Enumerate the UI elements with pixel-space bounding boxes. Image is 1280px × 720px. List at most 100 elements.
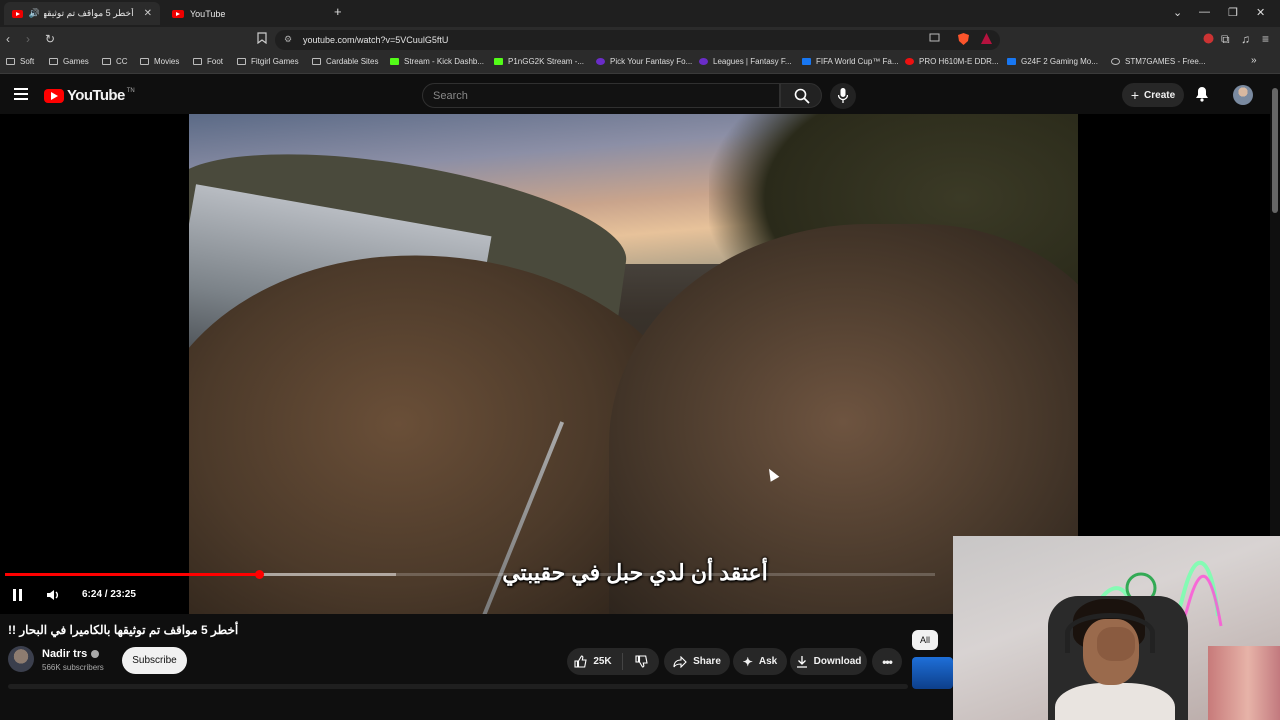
pause-button[interactable] — [12, 589, 24, 601]
youtube-favicon-icon — [12, 9, 23, 18]
bookmark-pick-fantasy[interactable]: Pick Your Fantasy Fo... — [596, 57, 692, 66]
folder-icon — [237, 58, 246, 65]
time-display: 6:24 / 23:25 — [82, 589, 136, 600]
search-button[interactable] — [780, 83, 822, 108]
logo-country-code: TN — [126, 87, 135, 94]
dislike-button[interactable] — [622, 653, 659, 670]
create-label: Create — [1144, 89, 1176, 101]
tab-title: YouTube — [190, 8, 226, 19]
bookmark-stm7games[interactable]: STM7GAMES - Free... — [1111, 57, 1205, 66]
bookmark-label: PRO H610M-E DDR... — [919, 57, 999, 66]
folder-icon — [49, 58, 58, 65]
brave-rewards-icon[interactable] — [981, 33, 992, 46]
folder-icon — [140, 58, 149, 65]
channel-avatar[interactable] — [8, 646, 34, 672]
youtube-favicon-icon — [172, 9, 184, 18]
account-avatar[interactable] — [1233, 85, 1253, 105]
bookmark-label: Pick Your Fantasy Fo... — [610, 57, 693, 66]
brave-shield-icon[interactable] — [958, 33, 969, 47]
download-button[interactable]: Download — [790, 648, 867, 675]
close-tab-icon[interactable]: ✕ — [144, 8, 152, 19]
cast-icon[interactable] — [929, 33, 940, 45]
search-input[interactable]: Search — [422, 83, 780, 108]
youtube-wordmark: YouTube — [67, 87, 125, 104]
create-button[interactable]: + Create — [1122, 83, 1184, 107]
folder-icon — [102, 58, 111, 65]
folder-icon — [312, 58, 321, 65]
voice-search-button[interactable] — [830, 83, 856, 109]
channel-name-text: Nadir trs — [42, 648, 88, 660]
download-icon — [796, 656, 807, 668]
chip-all[interactable]: All — [912, 630, 938, 650]
notifications-bell-icon[interactable] — [1195, 86, 1209, 102]
extension-icon[interactable] — [1203, 33, 1214, 47]
channel-name[interactable]: Nadir trs — [42, 648, 100, 660]
back-icon[interactable]: ‹ — [6, 32, 10, 46]
bookmark-fifa-world-cup[interactable]: FIFA World Cup™ Fa... — [802, 57, 899, 66]
thumbs-down-icon — [634, 655, 648, 668]
bookmark-label: Fitgirl Games — [251, 57, 299, 66]
bookmark-label: Movies — [154, 57, 180, 66]
progress-bar[interactable] — [5, 570, 935, 579]
facebook-icon — [802, 58, 811, 65]
reload-icon[interactable]: ↻ — [45, 32, 55, 46]
bookmark-label: Games — [63, 57, 89, 66]
bookmark-cardable-sites[interactable]: Cardable Sites — [312, 57, 378, 66]
bookmark-fitgirl-games[interactable]: Fitgirl Games — [237, 57, 299, 66]
youtube-logo[interactable]: YouTube TN — [44, 87, 135, 104]
youtube-header: YouTube TN Search + Create — [0, 75, 1280, 115]
thumbs-up-icon — [574, 655, 587, 668]
forward-icon[interactable]: › — [26, 32, 30, 46]
streamer — [1055, 591, 1175, 720]
site-info-icon[interactable]: ⚙ — [284, 34, 292, 45]
bookmark-label: P1nGG2K Stream -... — [508, 57, 585, 66]
folder-icon — [193, 58, 202, 65]
bookmark-pro-h610m[interactable]: PRO H610M-E DDR... — [905, 57, 999, 66]
tab-youtube[interactable]: YouTube — [164, 2, 324, 25]
bookmark-star-icon[interactable] — [257, 32, 267, 47]
like-button[interactable]: 25K — [567, 648, 619, 675]
share-button[interactable]: Share — [664, 648, 730, 675]
bookmark-movies[interactable]: Movies — [140, 57, 179, 66]
page-scrollbar[interactable] — [1272, 88, 1278, 213]
subscriber-count: 566K subscribers — [42, 663, 104, 672]
tab-search-icon[interactable]: ⌄ — [1173, 6, 1182, 19]
download-label: Download — [813, 656, 862, 667]
tab-active[interactable]: 🔊 أخطر 5 مواقف تم توثيقها بالكا... ✕ — [4, 2, 160, 25]
browser-menu-icon[interactable]: ≡ — [1262, 32, 1269, 46]
new-tab-button[interactable]: + — [334, 4, 342, 19]
minimize-icon[interactable]: — — [1199, 6, 1210, 18]
kick-icon — [390, 58, 399, 65]
recommended-thumbnail[interactable] — [912, 657, 953, 689]
fantasy-icon — [699, 58, 708, 65]
video-title: أخطر 5 مواقف تم توثيقها بالكاميرا في الب… — [8, 623, 239, 637]
bookmark-g24f-gaming-monitor[interactable]: G24F 2 Gaming Mo... — [1007, 57, 1098, 66]
subscribe-button[interactable]: Subscribe — [122, 647, 187, 674]
ask-button[interactable]: ✦ Ask — [733, 648, 787, 675]
restore-icon[interactable]: ❐ — [1228, 6, 1238, 19]
bookmark-soft[interactable]: Soft — [6, 57, 34, 66]
bookmark-games[interactable]: Games — [49, 57, 89, 66]
video-frame[interactable] — [189, 114, 1078, 614]
extensions-puzzle-icon[interactable]: ⧉ — [1221, 32, 1230, 47]
bookmark-leagues-fantasy[interactable]: Leagues | Fantasy F... — [699, 57, 792, 66]
more-actions-button[interactable]: ••• — [872, 648, 902, 675]
progress-scrubber-handle[interactable] — [254, 570, 264, 579]
volume-icon[interactable] — [46, 588, 60, 602]
more-bookmarks-button[interactable]: » — [1251, 55, 1257, 66]
url-input[interactable]: ⚙ youtube.com/watch?v=5VCuulG5ftU — [275, 30, 1000, 50]
close-window-icon[interactable]: ✕ — [1256, 6, 1265, 19]
url-text: youtube.com/watch?v=5VCuulG5ftU — [303, 35, 449, 45]
webcam-overlay — [953, 536, 1280, 720]
bookmark-kick-dashboard[interactable]: Stream - Kick Dashb... — [390, 57, 484, 66]
bookmark-label: STM7GAMES - Free... — [1125, 57, 1206, 66]
bookmark-cc[interactable]: CC — [102, 57, 128, 66]
verified-badge-icon — [91, 650, 100, 658]
hamburger-menu-icon[interactable] — [14, 88, 28, 100]
media-controls-icon[interactable]: ♫ — [1241, 32, 1250, 46]
search-icon — [794, 88, 810, 104]
bookmark-label: FIFA World Cup™ Fa... — [816, 57, 899, 66]
plus-icon: + — [1130, 87, 1140, 103]
bookmark-p1ngg2k-stream[interactable]: P1nGG2K Stream -... — [494, 57, 584, 66]
bookmark-foot[interactable]: Foot — [193, 57, 223, 66]
